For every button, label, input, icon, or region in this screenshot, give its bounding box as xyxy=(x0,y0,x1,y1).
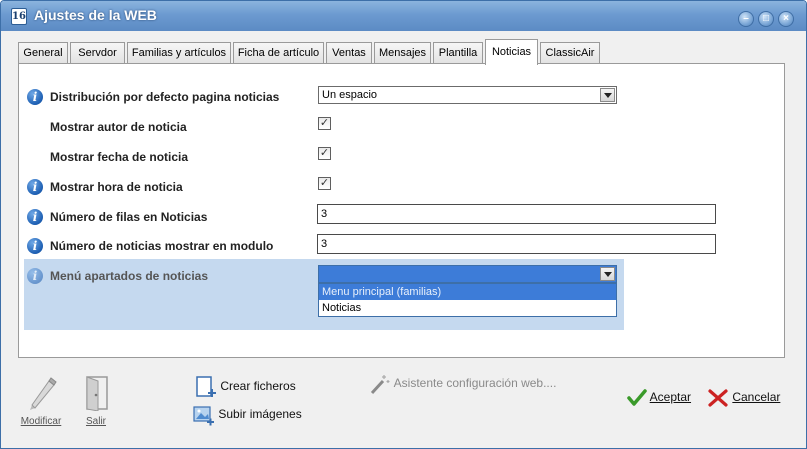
minimize-button[interactable]: – xyxy=(738,11,754,27)
tab-plantilla[interactable]: Plantilla xyxy=(433,42,483,64)
menu-apartados-dropdown: Menu principal (familias) Noticias xyxy=(318,283,617,317)
mostrar-hora-label: Mostrar hora de noticia xyxy=(50,180,183,194)
modificar-button[interactable]: Modificar xyxy=(18,375,64,427)
modificar-label: Modificar xyxy=(20,416,62,427)
asistente-button[interactable]: Asistente configuración web.... xyxy=(369,373,556,395)
magic-wand-icon xyxy=(370,375,390,395)
distribucion-label: Distribución por defecto pagina noticias xyxy=(50,90,280,104)
tab-servidor[interactable]: Servdor xyxy=(70,42,125,64)
salir-button[interactable]: Salir xyxy=(79,375,113,427)
noticias-panel: i Distribución por defecto pagina notici… xyxy=(18,63,785,358)
distribucion-select[interactable]: Un espacio xyxy=(318,86,617,104)
info-icon[interactable]: i xyxy=(27,268,43,284)
info-icon[interactable]: i xyxy=(27,179,43,195)
numero-filas-label: Número de filas en Noticias xyxy=(50,210,208,224)
crear-ficheros-label: Crear ficheros xyxy=(220,379,296,394)
aceptar-label: Aceptar xyxy=(649,390,692,405)
aceptar-button[interactable]: Aceptar xyxy=(627,388,691,408)
mostrar-autor-label: Mostrar autor de noticia xyxy=(50,120,187,134)
mostrar-autor-checkbox[interactable]: ✓ xyxy=(318,117,331,130)
dropdown-option-noticias[interactable]: Noticias xyxy=(319,300,616,316)
subir-imagenes-label: Subir imágenes xyxy=(218,407,302,422)
tab-ficha-articulo[interactable]: Ficha de artículo xyxy=(233,42,324,64)
tab-classicair[interactable]: ClassicAir xyxy=(540,42,600,64)
checkmark-icon xyxy=(627,389,647,406)
settings-window: 16 Ajustes de la WEB – □ × General Servd… xyxy=(0,0,807,449)
maximize-button[interactable]: □ xyxy=(758,11,774,27)
cancelar-button[interactable]: Cancelar xyxy=(707,388,780,408)
mostrar-fecha-checkbox[interactable]: ✓ xyxy=(318,147,331,160)
title-bar[interactable]: 16 Ajustes de la WEB – □ × xyxy=(1,1,806,31)
info-icon[interactable]: i xyxy=(27,89,43,105)
asistente-label: Asistente configuración web.... xyxy=(393,376,557,391)
distribucion-value: Un espacio xyxy=(322,89,378,101)
tab-ventas[interactable]: Ventas xyxy=(326,42,372,64)
app-calendar-icon: 16 xyxy=(11,8,27,25)
tab-noticias[interactable]: Noticias xyxy=(485,39,538,65)
menu-apartados-select[interactable] xyxy=(318,265,617,283)
info-icon[interactable]: i xyxy=(27,209,43,225)
info-icon[interactable]: i xyxy=(27,238,43,254)
chevron-down-icon[interactable] xyxy=(600,267,615,281)
tab-familias[interactable]: Familias y artículos xyxy=(127,42,231,64)
crear-ficheros-button[interactable]: Crear ficheros xyxy=(195,376,296,398)
tab-general[interactable]: General xyxy=(18,42,68,64)
x-mark-icon xyxy=(708,389,728,407)
numero-modulo-input[interactable]: 3 xyxy=(317,234,716,254)
numero-filas-input[interactable]: 3 xyxy=(317,204,716,224)
numero-modulo-label: Número de noticias mostrar en modulo xyxy=(50,239,274,253)
dropdown-option-menu-principal[interactable]: Menu principal (familias) xyxy=(319,284,616,300)
tab-mensajes[interactable]: Mensajes xyxy=(374,42,431,64)
window-title: Ajustes de la WEB xyxy=(34,7,157,23)
menu-apartados-label: Menú apartados de noticias xyxy=(50,269,209,283)
mostrar-hora-checkbox[interactable]: ✓ xyxy=(318,177,331,190)
cancelar-label: Cancelar xyxy=(732,390,781,405)
close-button[interactable]: × xyxy=(778,11,794,27)
door-icon xyxy=(86,376,108,412)
image-upload-icon xyxy=(193,406,214,426)
subir-imagenes-button[interactable]: Subir imágenes xyxy=(193,404,302,426)
chevron-down-icon[interactable] xyxy=(600,88,615,102)
new-file-icon xyxy=(196,376,216,397)
pencil-icon xyxy=(30,377,57,410)
salir-label: Salir xyxy=(85,416,106,427)
mostrar-fecha-label: Mostrar fecha de noticia xyxy=(50,150,189,164)
